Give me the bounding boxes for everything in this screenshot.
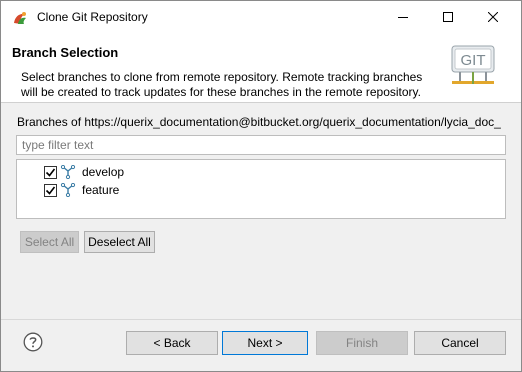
branch-icon — [60, 183, 76, 197]
git-logo-icon: GIT — [451, 45, 495, 84]
branches-source-label: Branches of https://querix_documentation… — [17, 115, 501, 129]
branch-name: feature — [82, 183, 120, 197]
close-button[interactable] — [470, 1, 515, 33]
window-title: Clone Git Repository — [37, 10, 148, 24]
select-all-button[interactable]: Select All — [20, 231, 79, 253]
branch-checkbox[interactable] — [44, 183, 57, 197]
minimize-button[interactable] — [380, 1, 425, 33]
next-button[interactable]: Next > — [222, 331, 308, 355]
branch-filter-input[interactable] — [16, 135, 506, 155]
branch-checkbox[interactable] — [44, 165, 57, 179]
page-title: Branch Selection — [12, 45, 119, 60]
back-button[interactable]: < Back — [126, 331, 218, 355]
eclipse-app-icon — [14, 12, 26, 24]
git-logo-text: GIT — [461, 52, 486, 69]
cancel-button[interactable]: Cancel — [414, 331, 506, 355]
checkmark-icon — [45, 186, 56, 195]
branch-name: develop — [82, 165, 125, 179]
deselect-all-button[interactable]: Deselect All — [84, 231, 155, 253]
branch-item-develop[interactable]: develop — [44, 163, 124, 181]
branch-icon — [60, 165, 76, 179]
branch-item-feature[interactable]: feature — [44, 181, 119, 199]
maximize-icon — [442, 12, 453, 22]
maximize-button[interactable] — [425, 1, 470, 33]
clone-git-repository-dialog: Clone Git Repository Branch Selection Se… — [0, 0, 522, 372]
finish-button[interactable]: Finish — [316, 331, 408, 355]
branch-list[interactable]: develop feature — [16, 159, 506, 219]
wizard-header: Branch Selection Select branches to clon… — [1, 33, 521, 103]
title-bar[interactable]: Clone Git Repository — [1, 1, 521, 33]
help-icon[interactable] — [23, 332, 43, 352]
minimize-icon — [397, 17, 408, 18]
close-icon — [487, 12, 498, 22]
footer-divider — [1, 319, 521, 320]
page-description: Select branches to clone from remote rep… — [21, 70, 423, 99]
checkmark-icon — [45, 168, 56, 177]
